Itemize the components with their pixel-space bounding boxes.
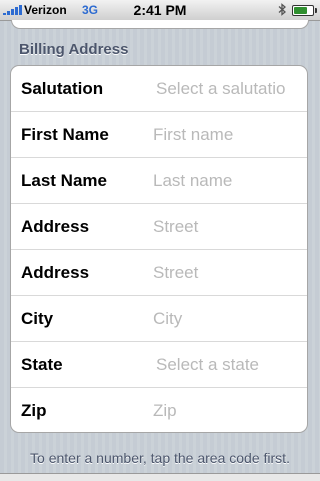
text-input[interactable] <box>153 158 303 203</box>
field-label: First Name <box>21 125 109 144</box>
status-bar: Verizon 3G 2:41 PM <box>0 0 320 21</box>
form-row-7[interactable]: Zip <box>11 388 307 432</box>
field-label: Last Name <box>21 171 107 190</box>
field-label: City <box>21 309 54 328</box>
field-label: Salutation <box>21 79 104 98</box>
text-input[interactable] <box>153 250 303 295</box>
phone-hint-text: To enter a number, tap the area code fir… <box>30 450 290 466</box>
field-label: Address <box>21 217 90 236</box>
text-input[interactable] <box>153 112 303 157</box>
form-row-5[interactable]: City <box>11 296 307 342</box>
previous-section-card <box>11 20 309 29</box>
form-row-2[interactable]: Last Name <box>11 158 307 204</box>
section-header: Billing Address <box>19 41 129 58</box>
field-label: Address <box>21 263 90 282</box>
form-row-1[interactable]: First Name <box>11 112 307 158</box>
bluetooth-icon <box>278 3 286 16</box>
form-row-6[interactable]: State Select a state <box>11 342 307 388</box>
select-field[interactable]: Select a state <box>156 355 302 375</box>
form-row-4[interactable]: Address <box>11 250 307 296</box>
status-time: 2:41 PM <box>133 2 187 18</box>
field-label: State <box>21 355 63 374</box>
field-label: Zip <box>21 401 47 420</box>
text-input[interactable] <box>153 204 303 249</box>
battery-icon <box>292 5 317 16</box>
billing-address-form: Salutation Select a salutatio First Name La… <box>10 65 308 433</box>
battery-level <box>294 7 307 14</box>
select-field[interactable]: Select a salutatio <box>156 79 302 99</box>
form-row-0[interactable]: Salutation Select a salutatio <box>11 66 307 112</box>
text-input[interactable] <box>153 296 303 341</box>
text-input[interactable] <box>153 388 303 432</box>
form-row-3[interactable]: Address <box>11 204 307 250</box>
